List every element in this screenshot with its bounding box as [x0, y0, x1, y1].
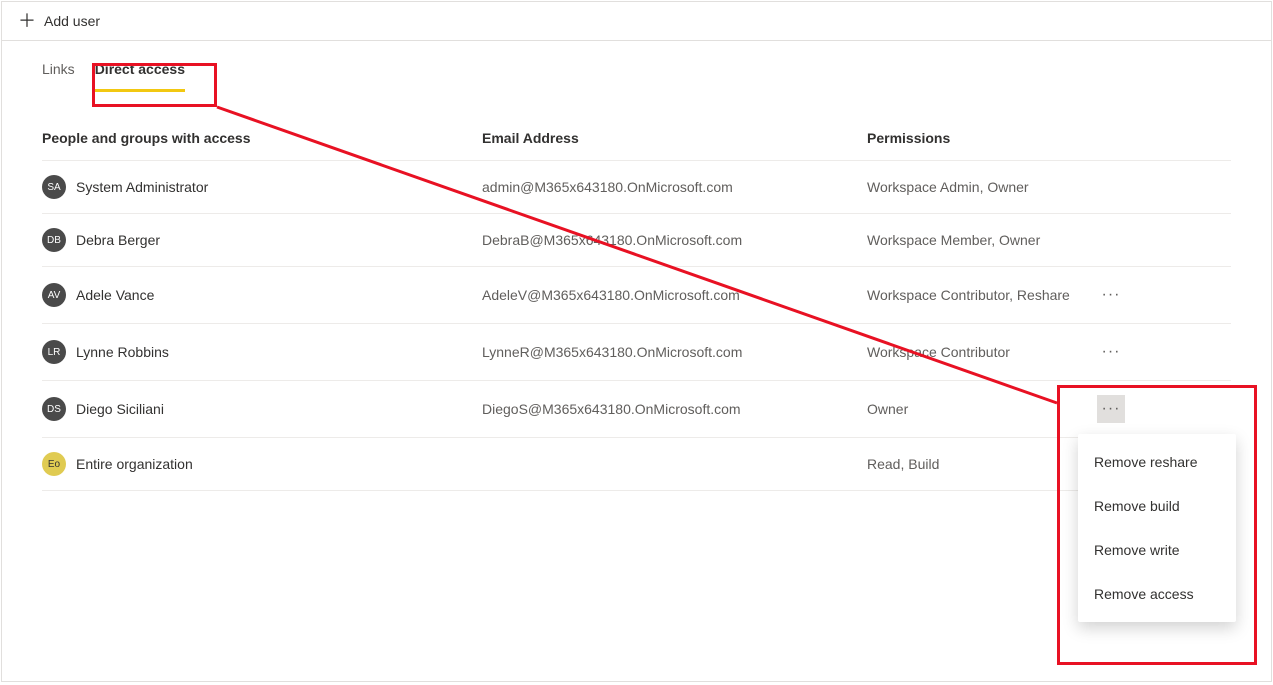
cell-name: Eo Entire organization	[42, 452, 482, 476]
cell-email: AdeleV@M365x643180.OnMicrosoft.com	[482, 287, 867, 303]
user-name: Adele Vance	[76, 287, 154, 303]
table-row: AV Adele Vance AdeleV@M365x643180.OnMicros…	[42, 267, 1231, 324]
avatar: LR	[42, 340, 66, 364]
table-row: LR Lynne Robbins LynneR@M365x643180.OnMicr…	[42, 324, 1231, 381]
cell-actions: ···	[1097, 338, 1157, 366]
avatar: SA	[42, 175, 66, 199]
plus-icon: ＋	[18, 12, 36, 30]
menu-remove-build[interactable]: Remove build	[1078, 484, 1236, 528]
table-row: SA System Administrator admin@M365x643180.…	[42, 161, 1231, 214]
menu-remove-access[interactable]: Remove access	[1078, 572, 1236, 616]
col-header-permissions: Permissions	[867, 130, 1097, 146]
more-options-button[interactable]: ···	[1097, 395, 1125, 423]
add-user-label: Add user	[44, 13, 100, 29]
cell-email: DebraB@M365x643180.OnMicrosoft.com	[482, 232, 867, 248]
cell-permissions: Owner	[867, 401, 1097, 417]
user-name: Diego Siciliani	[76, 401, 164, 417]
user-name: Lynne Robbins	[76, 344, 169, 360]
add-user-button[interactable]: ＋ Add user	[18, 12, 100, 30]
more-icon: ···	[1102, 286, 1121, 304]
avatar: DS	[42, 397, 66, 421]
cell-name: DS Diego Siciliani	[42, 397, 482, 421]
col-header-name: People and groups with access	[42, 130, 482, 146]
table-row: DS Diego Siciliani DiegoS@M365x643180.OnMi…	[42, 381, 1231, 438]
tabs: Links Direct access	[2, 41, 1271, 92]
avatar: Eo	[42, 452, 66, 476]
cell-permissions: Workspace Contributor	[867, 344, 1097, 360]
more-icon: ···	[1102, 400, 1121, 418]
tab-links[interactable]: Links	[42, 51, 75, 92]
user-name: System Administrator	[76, 179, 208, 195]
toolbar: ＋ Add user	[2, 2, 1271, 41]
col-header-actions	[1097, 130, 1157, 146]
cell-name: AV Adele Vance	[42, 283, 482, 307]
cell-email: LynneR@M365x643180.OnMicrosoft.com	[482, 344, 867, 360]
avatar: AV	[42, 283, 66, 307]
cell-name: DB Debra Berger	[42, 228, 482, 252]
cell-actions: ···	[1097, 281, 1157, 309]
cell-actions: ···	[1097, 395, 1157, 423]
permissions-context-menu: Remove reshare Remove build Remove write…	[1078, 434, 1236, 622]
user-name: Debra Berger	[76, 232, 160, 248]
col-header-email: Email Address	[482, 130, 867, 146]
cell-name: SA System Administrator	[42, 175, 482, 199]
table-row: DB Debra Berger DebraB@M365x643180.OnMicro…	[42, 214, 1231, 267]
cell-permissions: Workspace Member, Owner	[867, 232, 1097, 248]
cell-permissions: Workspace Admin, Owner	[867, 179, 1097, 195]
cell-email: DiegoS@M365x643180.OnMicrosoft.com	[482, 401, 867, 417]
menu-remove-write[interactable]: Remove write	[1078, 528, 1236, 572]
table-row: Eo Entire organization Read, Build	[42, 438, 1231, 491]
access-panel: ＋ Add user Links Direct access People an…	[1, 1, 1272, 682]
cell-name: LR Lynne Robbins	[42, 340, 482, 364]
menu-remove-reshare[interactable]: Remove reshare	[1078, 440, 1236, 484]
more-icon: ···	[1102, 343, 1121, 361]
table-header: People and groups with access Email Addr…	[42, 120, 1231, 161]
cell-permissions: Workspace Contributor, Reshare	[867, 287, 1097, 303]
avatar: DB	[42, 228, 66, 252]
more-options-button[interactable]: ···	[1097, 338, 1125, 366]
cell-permissions: Read, Build	[867, 456, 1097, 472]
cell-email: admin@M365x643180.OnMicrosoft.com	[482, 179, 867, 195]
tab-direct-access[interactable]: Direct access	[95, 51, 185, 92]
user-name: Entire organization	[76, 456, 193, 472]
more-options-button[interactable]: ···	[1097, 281, 1125, 309]
